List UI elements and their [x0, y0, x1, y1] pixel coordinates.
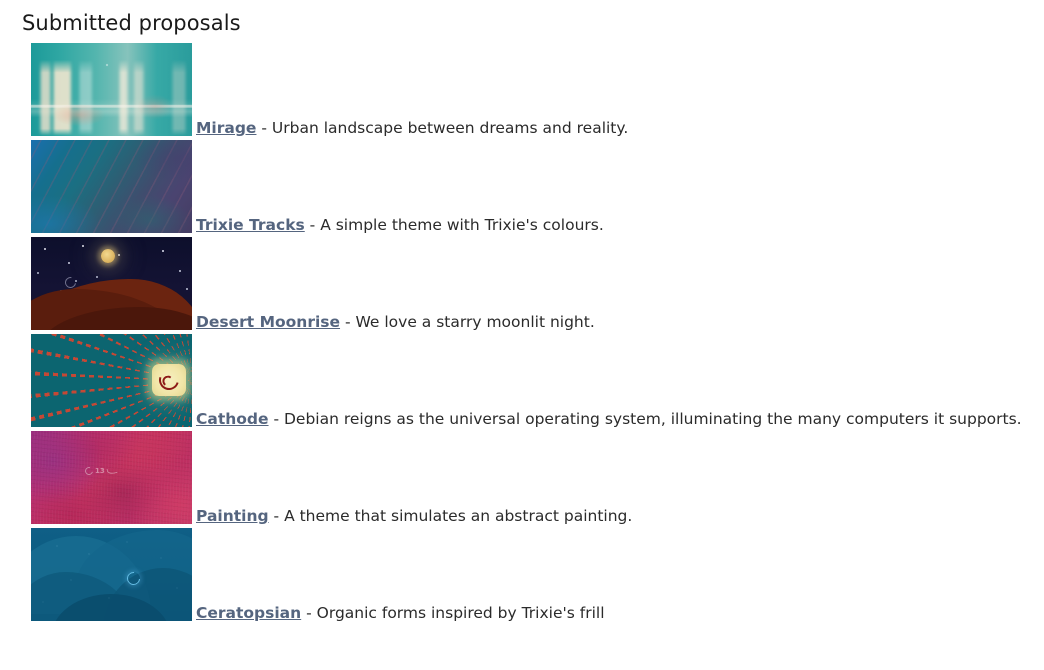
debian-swirl-icon: [155, 366, 183, 394]
proposal-description: Organic forms inspired by Trixie's frill: [316, 604, 605, 622]
proposal-thumbnail-cathode: [31, 334, 192, 427]
thumbnail-mark-flourish: [106, 467, 118, 475]
proposal-thumbnail-link-painting[interactable]: 13: [31, 431, 192, 524]
proposal-separator: -: [256, 119, 272, 137]
proposal-caption: Trixie Tracks - A simple theme with Trix…: [196, 215, 604, 235]
proposal-link-trixie-tracks[interactable]: Trixie Tracks: [196, 216, 305, 234]
list-item: Mirage - Urban landscape between dreams …: [0, 43, 1044, 140]
proposal-thumbnail-mirage: [31, 43, 192, 136]
list-item: 13 Painting - A theme that simulates an …: [0, 431, 1044, 528]
proposal-thumbnail-link-desert-moonrise[interactable]: debian: [31, 237, 192, 330]
proposal-caption: Desert Moonrise - We love a starry moonl…: [196, 312, 595, 332]
list-item: debian Desert Moonrise - We love a starr…: [0, 237, 1044, 334]
glow-panel: [152, 364, 186, 396]
proposal-link-painting[interactable]: Painting: [196, 507, 269, 525]
list-item: Trixie Tracks - A simple theme with Trix…: [0, 140, 1044, 237]
proposal-thumbnail-painting: 13: [31, 431, 192, 524]
list-item: Ceratopsian - Organic forms inspired by …: [0, 528, 1044, 625]
proposal-link-ceratopsian[interactable]: Ceratopsian: [196, 604, 301, 622]
page-title: Submitted proposals: [22, 11, 241, 35]
speckle-decoration: [31, 528, 192, 621]
proposal-list: Mirage - Urban landscape between dreams …: [0, 43, 1044, 625]
proposal-caption: Ceratopsian - Organic forms inspired by …: [196, 603, 605, 623]
proposal-separator: -: [304, 216, 321, 234]
proposal-thumbnail-desert-moonrise: debian: [31, 237, 192, 330]
proposal-thumbnail-link-ceratopsian[interactable]: [31, 528, 192, 621]
proposal-description: We love a starry moonlit night.: [355, 313, 595, 331]
thumbnail-mark: 13: [83, 465, 118, 477]
proposal-thumbnail-ceratopsian: [31, 528, 192, 621]
proposal-link-mirage[interactable]: Mirage: [196, 119, 256, 137]
proposal-link-cathode[interactable]: Cathode: [196, 410, 269, 428]
proposal-thumbnail-trixie-tracks: [31, 140, 192, 233]
proposal-caption: Mirage - Urban landscape between dreams …: [196, 118, 628, 138]
proposal-separator: -: [301, 604, 317, 622]
proposal-separator: -: [268, 410, 284, 428]
proposal-description: Urban landscape between dreams and reali…: [271, 119, 629, 137]
proposal-link-desert-moonrise[interactable]: Desert Moonrise: [196, 313, 340, 331]
proposal-caption: Painting - A theme that simulates an abs…: [196, 506, 632, 526]
list-item: Cathode - Debian reigns as the universal…: [0, 334, 1044, 431]
proposal-description: Debian reigns as the universal operating…: [284, 410, 1022, 428]
debian-swirl-icon: [83, 465, 95, 477]
proposal-thumbnail-link-cathode[interactable]: [31, 334, 192, 427]
proposal-separator: -: [340, 313, 356, 331]
proposal-thumbnail-link-trixie-tracks[interactable]: [31, 140, 192, 233]
moon-icon: [101, 249, 115, 263]
proposal-caption: Cathode - Debian reigns as the universal…: [196, 409, 1022, 429]
proposal-description: A theme that simulates an abstract paint…: [284, 507, 633, 525]
proposal-separator: -: [268, 507, 285, 525]
proposal-thumbnail-link-mirage[interactable]: [31, 43, 192, 136]
proposal-description: A simple theme with Trixie's colours.: [320, 216, 604, 234]
